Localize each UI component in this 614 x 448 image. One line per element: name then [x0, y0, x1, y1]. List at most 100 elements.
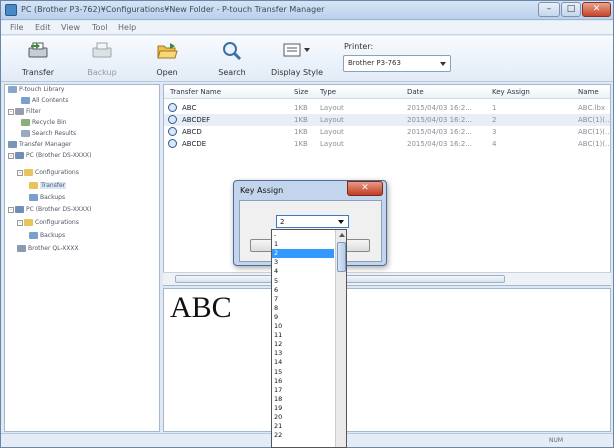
preview-text: ABC	[170, 291, 232, 324]
key-assign-combobox[interactable]: 2	[276, 215, 349, 228]
printer-label: Printer:	[344, 42, 374, 51]
dropdown-scroll-thumb[interactable]	[337, 242, 346, 272]
tree-item-label: Backups	[40, 232, 66, 239]
menu-file[interactable]: File	[10, 23, 23, 32]
dropdown-option[interactable]: 2	[272, 249, 334, 259]
cell-file: ABC.lbx	[578, 104, 606, 112]
menu-view[interactable]: View	[61, 23, 80, 32]
minimize-button[interactable]: –	[538, 2, 560, 17]
dialog-close-button[interactable]: ✕	[347, 181, 383, 196]
dropdown-option[interactable]: 4	[272, 267, 334, 276]
table-row[interactable]: ABCDEF 1KB Layout 2015/04/03 16:2... 2 ABC(1)…	[164, 114, 610, 126]
dropdown-option[interactable]: 13	[272, 349, 334, 358]
close-button[interactable]: ✕	[582, 2, 611, 17]
col-name[interactable]: Name	[578, 88, 599, 96]
display-style-button[interactable]: Display Style	[267, 38, 327, 80]
transfer-manager-icon	[8, 141, 17, 148]
scroll-up-icon[interactable]	[339, 233, 345, 237]
cell-name: ABC	[182, 104, 197, 112]
table-row[interactable]: ABCD 1KB Layout 2015/04/03 16:2... 3 ABC(1)(.…	[164, 126, 610, 138]
expand-toggle-icon[interactable]: -	[8, 206, 14, 213]
col-date[interactable]: Date	[407, 88, 424, 96]
dropdown-option[interactable]: 15	[272, 368, 334, 377]
tree-item[interactable]: P-touch Library	[8, 86, 64, 97]
tree-item-label: PC (Brother DS-XXXX)	[26, 206, 92, 213]
menu-tool[interactable]: Tool	[92, 23, 108, 32]
cell-date: 2015/04/03 16:2...	[407, 128, 472, 136]
layout-file-icon	[168, 115, 177, 124]
dropdown-option[interactable]: 9	[272, 313, 334, 322]
dropdown-option[interactable]: 11	[272, 331, 334, 340]
tree-item-label: Configurations	[35, 169, 79, 176]
cell-name: ABCDE	[182, 140, 207, 148]
folder-icon	[24, 169, 33, 176]
tree-item[interactable]: - PC (Brother DS-XXXX)	[8, 206, 91, 217]
dropdown-option[interactable]: 12	[272, 340, 334, 349]
tree-item[interactable]: Backups	[29, 194, 65, 205]
backups-icon	[29, 232, 38, 239]
tree-item[interactable]: - Configurations	[17, 219, 79, 230]
tree-item[interactable]: Brother QL-XXXX	[17, 245, 79, 256]
dropdown-option[interactable]: 20	[272, 413, 334, 422]
dropdown-option[interactable]: 17	[272, 386, 334, 395]
printer-icon	[17, 245, 26, 252]
dropdown-option[interactable]: 18	[272, 395, 334, 404]
list-header: Transfer Name Size Type Date Key Assign …	[164, 85, 610, 99]
tree-item[interactable]: Transfer Manager	[8, 141, 71, 152]
filter-icon	[15, 108, 24, 115]
tree-item-label: All Contents	[32, 97, 69, 104]
cell-name: ABCD	[182, 128, 202, 136]
tree-item[interactable]: - Configurations	[17, 169, 79, 180]
printer-select[interactable]: Brother P3-763	[343, 55, 451, 72]
tree-item-label: Search Results	[32, 130, 77, 137]
backups-icon	[29, 194, 38, 201]
table-row[interactable]: ABC 1KB Layout 2015/04/03 16:2... 1 ABC.lbx	[164, 102, 610, 114]
cell-key: 2	[492, 116, 497, 124]
dropdown-option[interactable]: 5	[272, 277, 334, 286]
dropdown-option[interactable]: 6	[272, 286, 334, 295]
backup-button[interactable]: Backup	[79, 38, 125, 80]
dropdown-option[interactable]: 14	[272, 358, 334, 367]
dropdown-option[interactable]: 8	[272, 304, 334, 313]
menu-edit[interactable]: Edit	[35, 23, 51, 32]
search-button[interactable]: Search	[211, 38, 253, 80]
dropdown-option[interactable]: 19	[272, 404, 334, 413]
tree-item[interactable]: Transfer	[29, 182, 67, 193]
dropdown-option[interactable]: 7	[272, 295, 334, 304]
dropdown-scrollbar[interactable]	[335, 230, 346, 447]
expand-toggle-icon[interactable]: -	[17, 169, 23, 176]
menu-help[interactable]: Help	[118, 23, 136, 32]
tree-item[interactable]: - Filter	[8, 108, 41, 119]
num-lock-indicator: NUM	[549, 437, 564, 444]
tree-item[interactable]: All Contents	[21, 97, 68, 108]
dropdown-option[interactable]: 3	[272, 258, 334, 267]
open-button[interactable]: Open	[146, 38, 188, 80]
horizontal-scrollbar[interactable]	[163, 272, 611, 285]
tree-item[interactable]: Recycle Bin	[21, 119, 67, 130]
expand-toggle-icon[interactable]: -	[17, 219, 23, 226]
table-row[interactable]: ABCDE 1KB Layout 2015/04/03 16:2... 4 ABC(1)(…	[164, 138, 610, 150]
expand-toggle-icon[interactable]: -	[8, 108, 14, 115]
tree-item[interactable]: - PC (Brother DS-XXXX)	[8, 152, 91, 163]
expand-toggle-icon[interactable]: -	[8, 152, 14, 159]
cell-key: 3	[492, 128, 497, 136]
col-type[interactable]: Type	[320, 88, 336, 96]
transfer-button[interactable]: Transfer	[15, 38, 61, 80]
dropdown-option[interactable]: 22	[272, 431, 334, 440]
col-transfer-name[interactable]: Transfer Name	[170, 88, 221, 96]
col-size[interactable]: Size	[294, 88, 308, 96]
open-label: Open	[156, 68, 178, 77]
tree-item-label: P-touch Library	[19, 86, 65, 93]
tree-item[interactable]: Backups	[29, 232, 65, 243]
col-key-assign[interactable]: Key Assign	[492, 88, 530, 96]
dropdown-option[interactable]: 21	[272, 422, 334, 431]
tree-item-label: PC (Brother DS-XXXX)	[26, 152, 92, 159]
dropdown-option[interactable]: 16	[272, 377, 334, 386]
tree-item[interactable]: Search Results	[21, 130, 76, 141]
dropdown-option[interactable]: 1	[272, 240, 334, 249]
dropdown-option[interactable]: 10	[272, 322, 334, 331]
dialog-title: Key Assign	[240, 186, 284, 195]
display-style-label: Display Style	[270, 68, 324, 77]
maximize-button[interactable]: □	[561, 2, 581, 17]
dropdown-option[interactable]: -	[272, 231, 334, 240]
